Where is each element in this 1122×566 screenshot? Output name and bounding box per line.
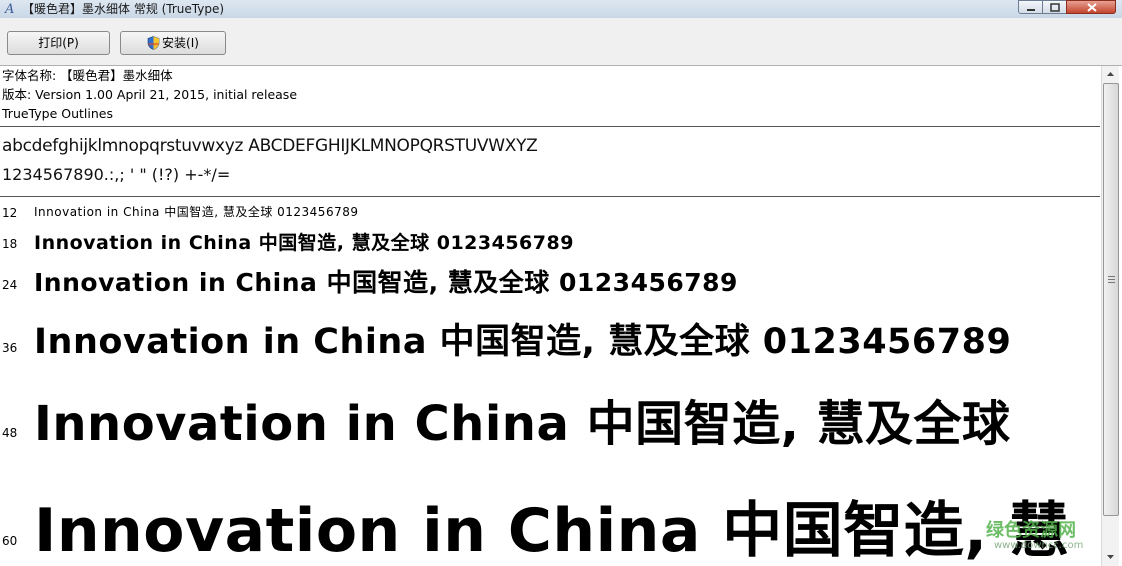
minimize-icon	[1027, 9, 1035, 11]
print-button[interactable]: 打印(P)	[7, 31, 110, 55]
font-preview-area: 字体名称: 【暖色君】墨水细体 版本: Version 1.00 April 2…	[0, 66, 1100, 566]
divider	[0, 126, 1100, 127]
window-title: 【暖色君】墨水细体 常规 (TrueType)	[22, 2, 225, 16]
size-sample: Innovation in China 中国智造, 慧及全球 012345678…	[34, 232, 574, 254]
size-sample: Innovation in China 中国智造, 慧及全球	[34, 396, 1011, 452]
install-button-label: 安装(I)	[162, 36, 199, 50]
size-label: 24	[2, 278, 18, 292]
thumb-grip	[1108, 282, 1115, 283]
font-viewer-icon: A	[4, 2, 14, 15]
maximize-icon	[1050, 3, 1060, 12]
font-version-line: 版本: Version 1.00 April 21, 2015, initial…	[2, 87, 298, 102]
svg-text:A: A	[4, 2, 14, 15]
watermark-brand: 绿色资源网	[986, 520, 1076, 541]
vertical-scrollbar[interactable]	[1101, 66, 1119, 566]
watermark-url: www.downcc.com	[994, 540, 1084, 551]
size-label: 60	[2, 534, 18, 548]
divider	[0, 196, 1100, 197]
size-sample: Innovation in China 中国智造, 慧	[34, 496, 1070, 566]
size-label: 36	[2, 341, 18, 355]
size-sample: Innovation in China 中国智造, 慧及全球 012345678…	[34, 205, 359, 219]
thumb-grip	[1108, 276, 1115, 277]
watermark-logo: 绿色资源网 www.downcc.com	[986, 516, 1106, 556]
uac-shield-icon	[147, 35, 160, 50]
size-sample: Innovation in China 中国智造, 慧及全球 012345678…	[34, 268, 738, 297]
print-button-label: 打印(P)	[38, 36, 79, 50]
toolbar: 打印(P) 安装(I)	[0, 18, 1122, 66]
thumb-grip	[1108, 279, 1115, 280]
size-sample: Innovation in China 中国智造, 慧及全球 012345678…	[34, 322, 1012, 362]
minimize-button[interactable]	[1018, 0, 1043, 14]
charset-digits: 1234567890.:,; ' " (!?) +-*/=	[2, 165, 231, 184]
size-label: 48	[2, 426, 18, 440]
maximize-button[interactable]	[1042, 0, 1067, 14]
scrollbar-thumb[interactable]	[1103, 83, 1119, 516]
install-button[interactable]: 安装(I)	[120, 31, 226, 55]
close-icon	[1087, 3, 1097, 12]
scroll-up-arrow-icon[interactable]	[1102, 66, 1119, 83]
title-bar: A 【暖色君】墨水细体 常规 (TrueType)	[0, 0, 1122, 18]
size-label: 12	[2, 206, 18, 220]
font-outline-line: TrueType Outlines	[2, 106, 113, 121]
size-label: 18	[2, 237, 18, 251]
close-button[interactable]	[1066, 0, 1116, 14]
font-name-line: 字体名称: 【暖色君】墨水细体	[2, 68, 173, 83]
charset-letters: abcdefghijklmnopqrstuvwxyz ABCDEFGHIJKLM…	[2, 136, 538, 156]
